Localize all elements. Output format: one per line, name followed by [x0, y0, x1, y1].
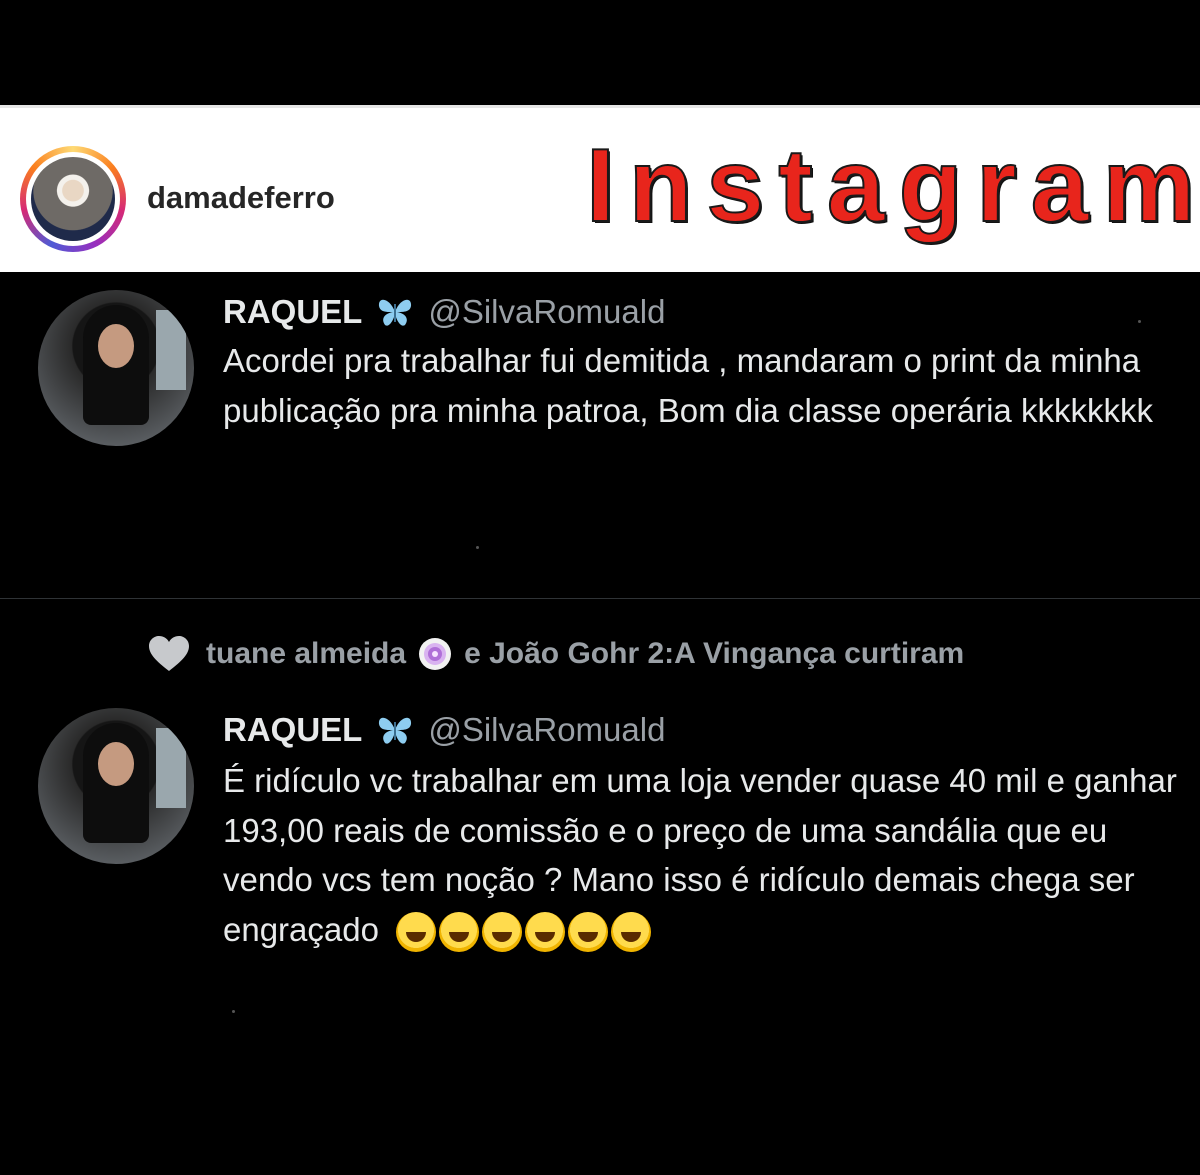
- tweet-avatar[interactable]: [38, 290, 194, 446]
- tweet-2[interactable]: RAQUEL @SilvaRomuald É ridículo vc traba…: [0, 690, 1200, 1175]
- tweet-avatar[interactable]: [38, 708, 194, 864]
- tweet-text: É ridículo vc trabalhar em uma loja vend…: [223, 756, 1183, 954]
- rofl-emoji-icon: [482, 911, 523, 952]
- avatar-bg-window: [156, 310, 186, 390]
- rofl-emoji-icon: [396, 911, 437, 952]
- avatar-face: [98, 324, 134, 368]
- rofl-emoji-icon: [568, 911, 609, 952]
- rofl-emoji-icon: [611, 911, 652, 952]
- tweet-author-handle[interactable]: @SilvaRomuald: [428, 293, 665, 331]
- profile-avatar[interactable]: [20, 146, 126, 252]
- avatar-ring-gap: [26, 152, 120, 246]
- top-black-bar: [0, 0, 1200, 105]
- artifact-dot: [232, 1010, 235, 1013]
- flower-icon: [419, 638, 452, 670]
- tweet-header: RAQUEL @SilvaRomuald: [223, 291, 665, 333]
- tweet-body: É ridículo vc trabalhar em uma loja vend…: [223, 762, 1177, 948]
- tweet-divider: [0, 598, 1200, 599]
- avatar-photo: [31, 157, 115, 241]
- rofl-emoji-icon: [439, 911, 480, 952]
- butterfly-icon: [379, 299, 412, 326]
- instagram-logo-text: Instagram: [585, 127, 1200, 245]
- rofl-emoji-row: [396, 911, 652, 952]
- tweet-author-name[interactable]: RAQUEL: [223, 293, 362, 331]
- tweet-header: RAQUEL @SilvaRomuald: [223, 709, 665, 751]
- artifact-dot: [476, 546, 479, 549]
- tweet-1[interactable]: RAQUEL @SilvaRomuald Acordei pra trabalh…: [0, 272, 1200, 598]
- artifact-dot: [1138, 320, 1141, 323]
- rofl-emoji-icon: [525, 911, 566, 952]
- tweet-author-handle[interactable]: @SilvaRomuald: [428, 711, 665, 749]
- butterfly-icon: [379, 717, 412, 744]
- profile-username[interactable]: damadeferro: [147, 180, 335, 216]
- tweet-author-name[interactable]: RAQUEL: [223, 711, 362, 749]
- instagram-header: damadeferro Instagram: [0, 105, 1200, 272]
- tweet-text: Acordei pra trabalhar fui demitida , man…: [223, 342, 1153, 429]
- avatar-bg-window: [156, 728, 186, 808]
- like-context-row: tuane almeida e João Gohr 2:A Vingança c…: [148, 632, 964, 676]
- like-context-rest[interactable]: e João Gohr 2:A Vingança curtiram: [464, 637, 964, 671]
- heart-icon: [149, 636, 189, 671]
- like-names: tuane almeida e João Gohr 2:A Vingança c…: [206, 637, 964, 671]
- liker-name[interactable]: tuane almeida: [206, 637, 406, 671]
- avatar-face: [98, 742, 134, 786]
